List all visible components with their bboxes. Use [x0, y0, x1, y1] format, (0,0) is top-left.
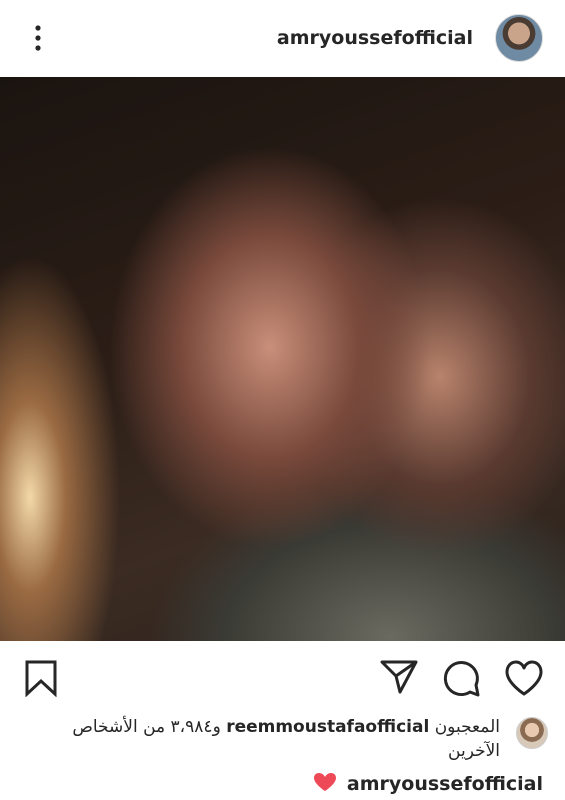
liker-avatar[interactable] — [516, 717, 548, 749]
liker-username[interactable]: reemmoustafaofficial — [226, 717, 429, 737]
more-options-icon[interactable] — [30, 24, 46, 52]
likes-summary: المعجبون reemmoustafaofficial و٣،٩٨٤ من … — [18, 715, 548, 765]
caption: amryoussefofficial — [313, 772, 543, 796]
author-avatar[interactable] — [495, 14, 543, 62]
caption-username[interactable]: amryoussefofficial — [347, 773, 543, 795]
likes-text[interactable]: المعجبون reemmoustafaofficial و٣،٩٨٤ من … — [30, 715, 500, 763]
heart-icon[interactable] — [504, 660, 544, 700]
heart-emoji-icon — [313, 772, 337, 796]
likes-prefix: المعجبون — [434, 717, 500, 737]
post-photo[interactable] — [0, 77, 565, 641]
post-header: amryoussefofficial — [0, 0, 565, 76]
author-username[interactable]: amryoussefofficial — [277, 27, 473, 49]
post-author: amryoussefofficial — [277, 14, 543, 62]
post-actions — [0, 655, 565, 703]
bookmark-icon[interactable] — [24, 659, 58, 701]
comment-icon[interactable] — [443, 659, 481, 701]
send-icon[interactable] — [380, 659, 418, 699]
